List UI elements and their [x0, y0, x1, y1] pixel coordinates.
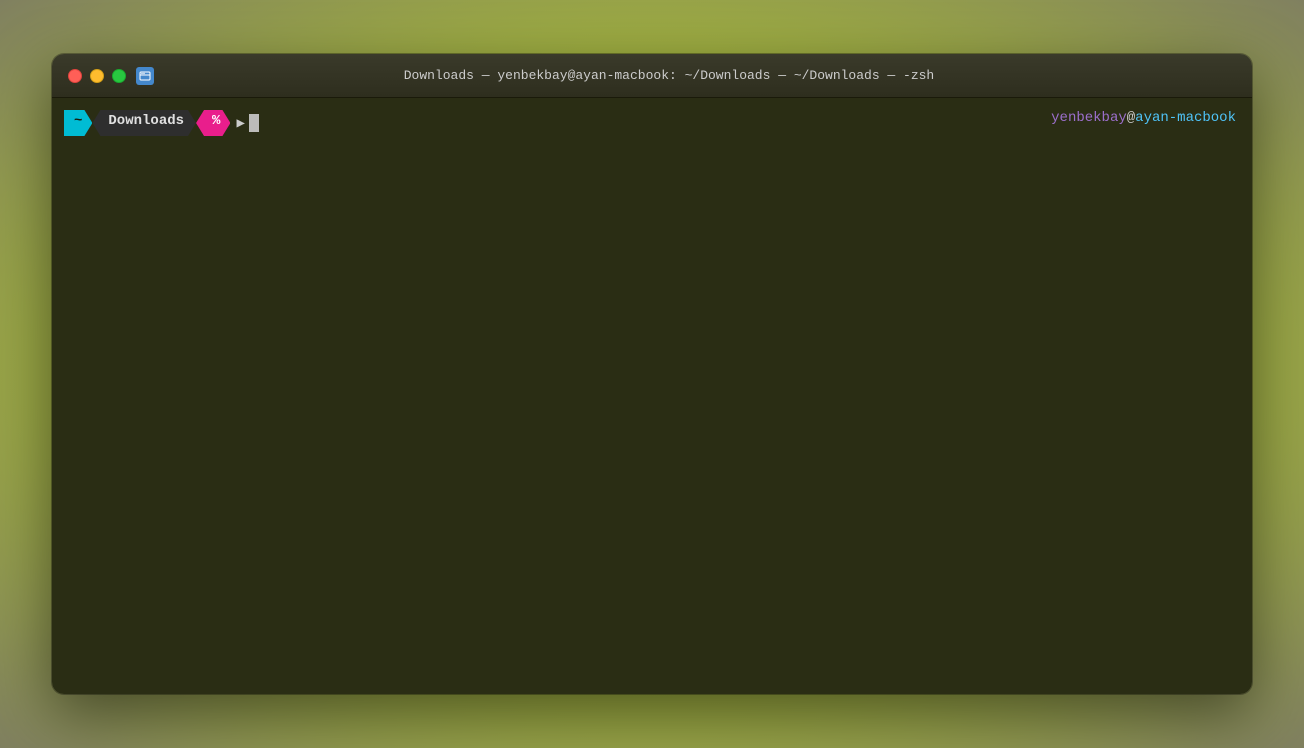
close-button[interactable] [68, 69, 82, 83]
prompt-tilde: ~ [64, 110, 92, 136]
terminal-body[interactable]: ~ Downloads % ▶ yenbekbay@ayan-macbook [52, 98, 1252, 694]
title-bar: Downloads — yenbekbay@ayan-macbook: ~/Do… [52, 54, 1252, 98]
username-display: yenbekbay@ayan-macbook [1051, 110, 1236, 126]
traffic-lights [68, 69, 126, 83]
prompt-arrow: ▶ [236, 115, 244, 132]
prompt-directory: Downloads [92, 110, 196, 136]
terminal-window: Downloads — yenbekbay@ayan-macbook: ~/Do… [52, 54, 1252, 694]
minimize-button[interactable] [90, 69, 104, 83]
prompt-segments: ~ Downloads % [64, 110, 230, 136]
hostname: ayan-macbook [1135, 110, 1236, 126]
terminal-content[interactable] [52, 140, 1252, 686]
maximize-button[interactable] [112, 69, 126, 83]
at-symbol: @ [1127, 110, 1135, 126]
prompt-percent: % [196, 110, 230, 136]
cursor [249, 114, 259, 132]
window-title: Downloads — yenbekbay@ayan-macbook: ~/Do… [132, 68, 1206, 83]
username: yenbekbay [1051, 110, 1127, 126]
